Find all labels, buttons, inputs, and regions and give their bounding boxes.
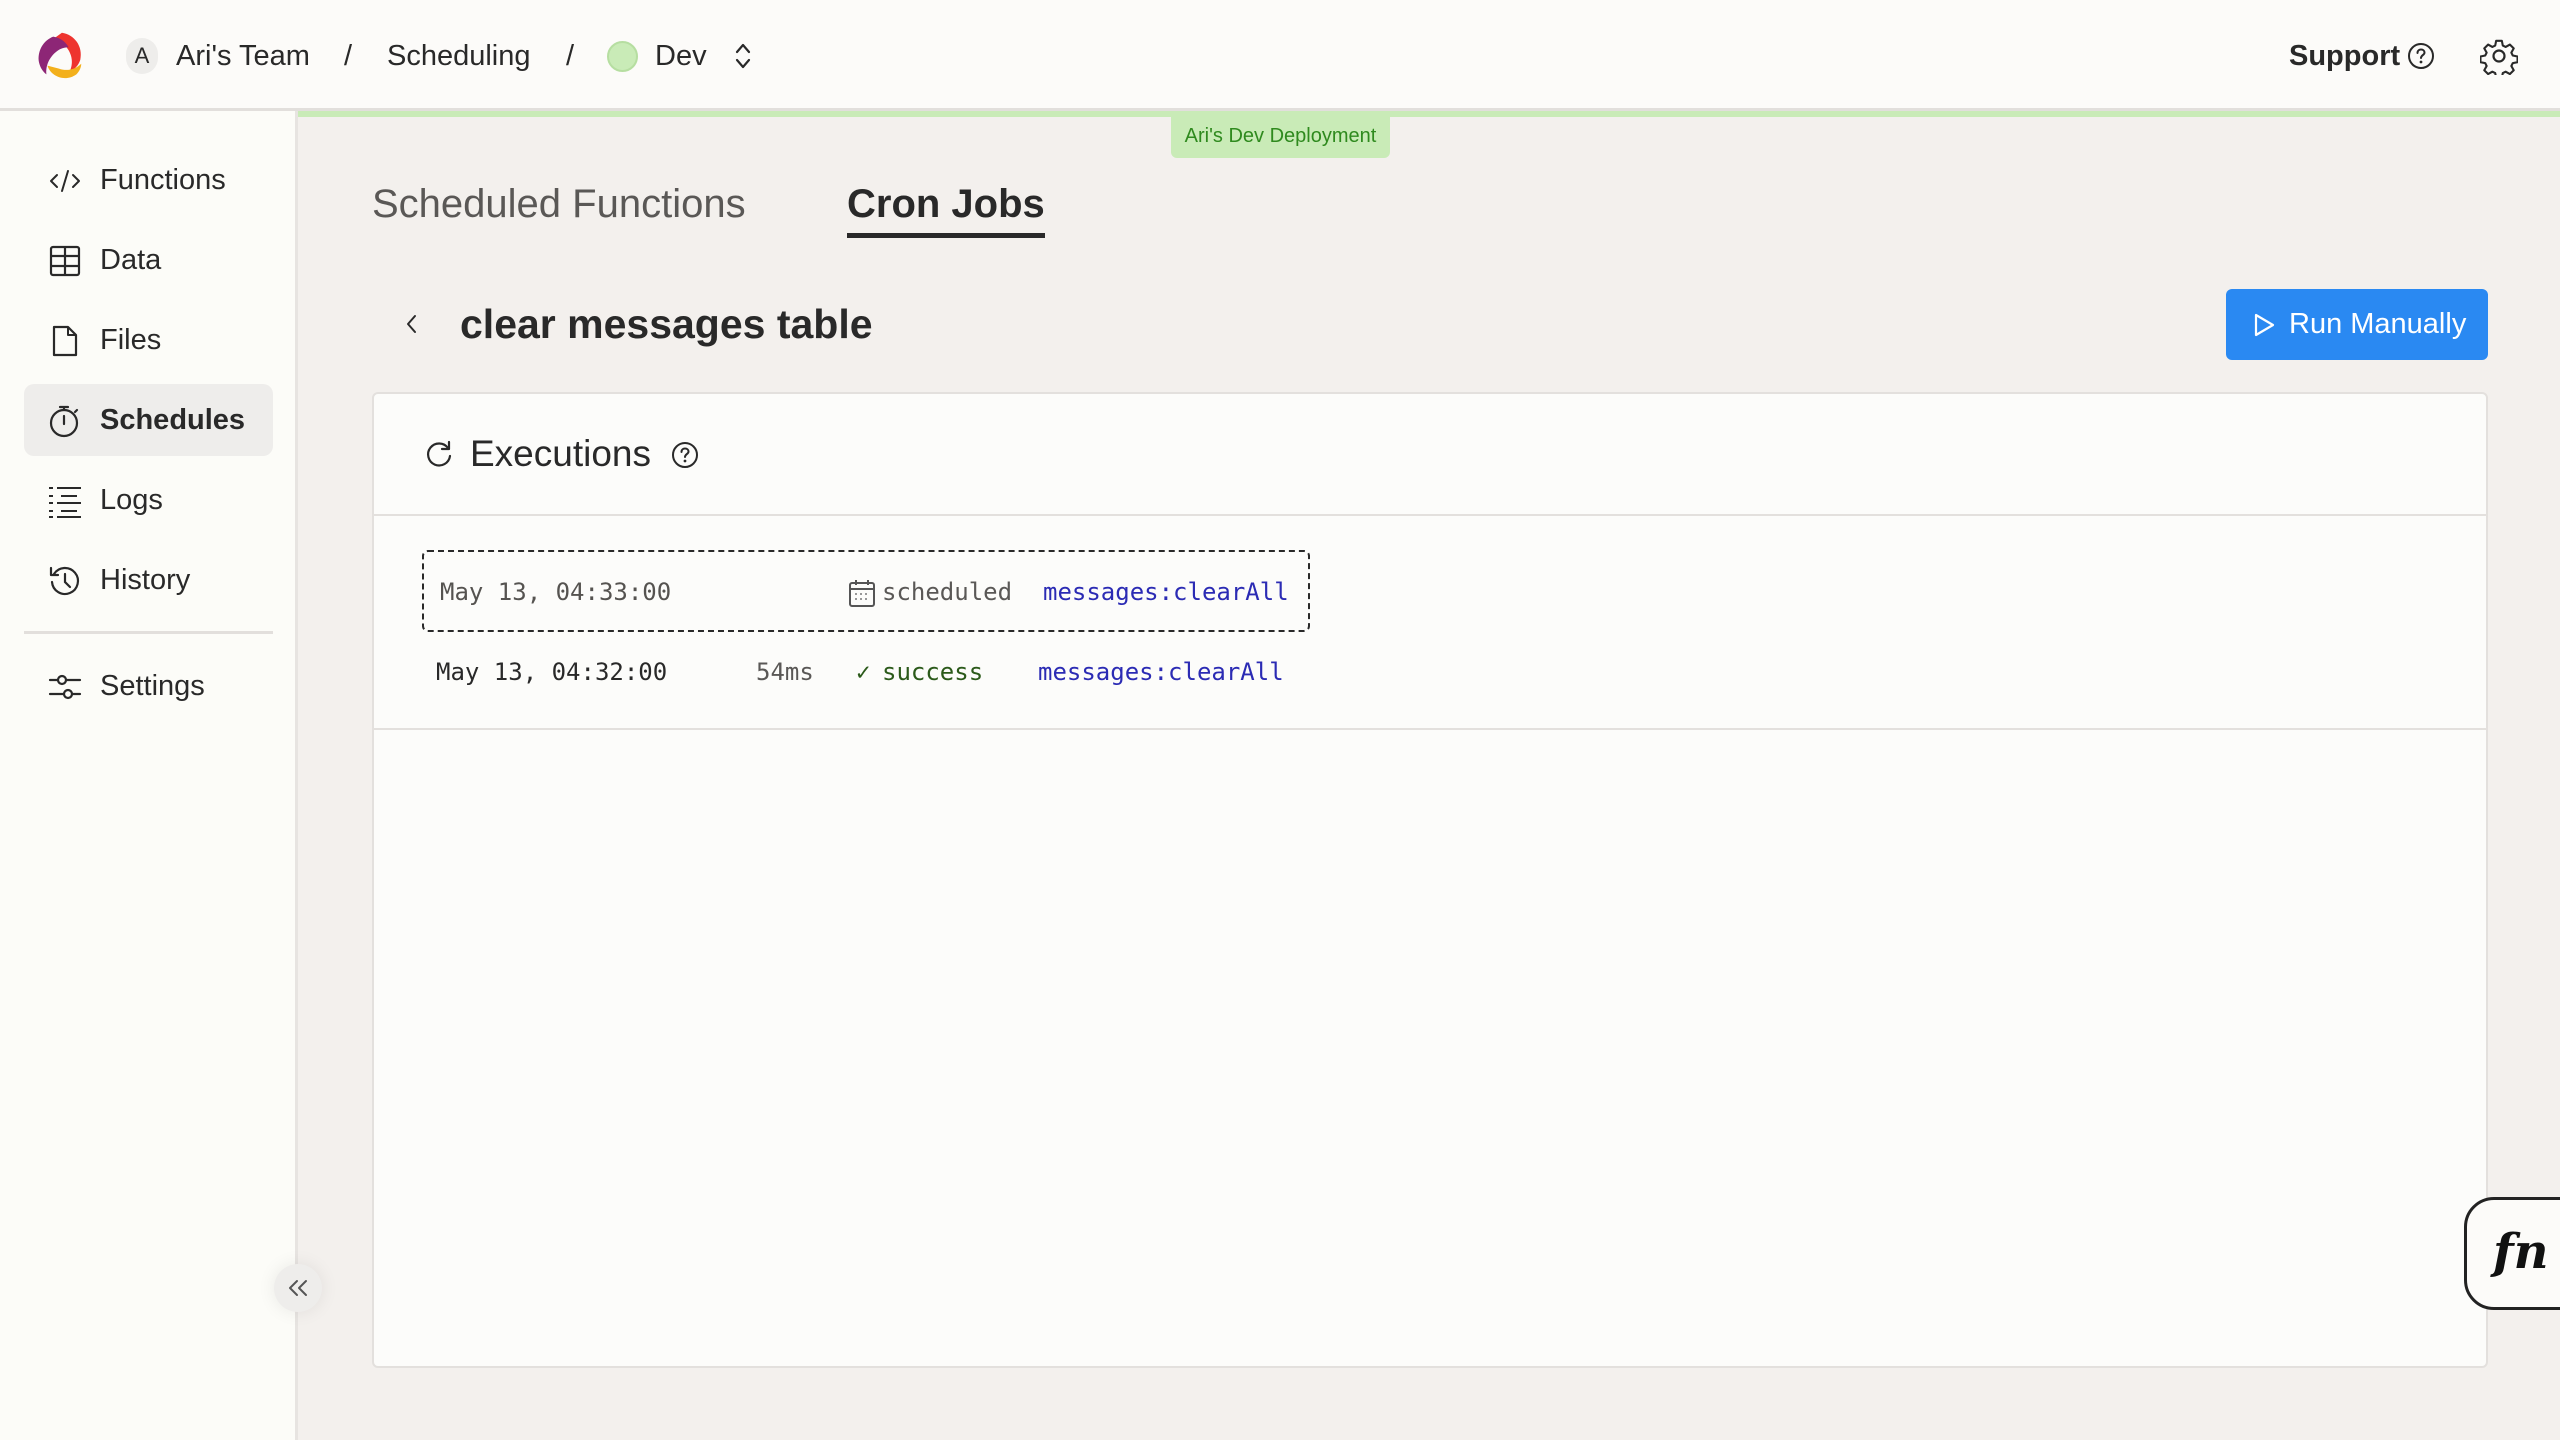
back-chevron-icon[interactable] xyxy=(394,306,430,342)
table-icon xyxy=(49,245,81,277)
sidebar-item-functions[interactable]: Functions xyxy=(24,144,273,216)
play-icon xyxy=(2254,313,2275,337)
history-icon xyxy=(49,566,80,596)
run-manually-label: Run Manually xyxy=(2289,308,2467,340)
fn-label: fn xyxy=(2493,1224,2549,1280)
executions-card: Executions May 13, 04:33:00 scheduled me… xyxy=(372,392,2488,1368)
sidebar-item-label: Files xyxy=(100,324,162,356)
active-tab-indicator xyxy=(847,233,1045,238)
file-icon xyxy=(52,325,78,357)
breadcrumb-separator: / xyxy=(344,40,353,72)
gear-icon[interactable] xyxy=(2480,37,2518,75)
calendar-icon xyxy=(849,580,875,607)
sidebar-item-label: Logs xyxy=(100,484,163,516)
execution-function-link[interactable]: messages:clearAll xyxy=(1043,576,1289,608)
rows-divider xyxy=(374,728,2486,730)
sidebar-item-label: Schedules xyxy=(100,404,246,436)
breadcrumb-deployment[interactable]: Dev xyxy=(655,36,707,76)
sidebar: Functions Data Files Schedules Logs Hist… xyxy=(0,111,298,1440)
breadcrumb-separator: / xyxy=(566,40,575,72)
execution-row-scheduled[interactable]: May 13, 04:33:00 scheduled messages:clea… xyxy=(422,550,1310,632)
double-chevron-left-icon xyxy=(289,1280,307,1296)
deployment-badge: Ari's Dev Deployment xyxy=(1171,114,1390,158)
execution-duration: 54ms xyxy=(756,658,814,686)
run-manually-button[interactable]: Run Manually xyxy=(2226,289,2488,360)
convex-logo-icon[interactable] xyxy=(30,27,88,85)
function-runner-button[interactable]: fn xyxy=(2464,1197,2560,1310)
sidebar-divider xyxy=(24,631,273,634)
tab-cron-jobs[interactable]: Cron Jobs xyxy=(847,180,1045,228)
sidebar-item-label: History xyxy=(100,564,191,596)
breadcrumb-project[interactable]: Scheduling xyxy=(387,36,531,76)
execution-status: success xyxy=(882,658,984,686)
execution-time: May 13, 04:33:00 xyxy=(440,578,672,606)
sidebar-item-files[interactable]: Files xyxy=(24,304,273,376)
refresh-icon[interactable] xyxy=(424,439,454,469)
execution-status: scheduled xyxy=(882,578,1013,606)
deployment-color-dot xyxy=(607,41,638,72)
code-icon xyxy=(50,170,80,192)
top-header: A Ari's Team / Scheduling / Dev Support xyxy=(0,0,2560,111)
sidebar-item-history[interactable]: History xyxy=(24,544,273,616)
sidebar-item-settings[interactable]: Settings xyxy=(24,650,273,722)
support-link[interactable]: Support xyxy=(2289,36,2400,76)
sidebar-item-label: Data xyxy=(100,244,162,276)
team-avatar[interactable]: A xyxy=(126,38,158,74)
page-title: clear messages table xyxy=(460,301,873,347)
execution-row-success[interactable]: May 13, 04:32:00 54ms ✓ success messages… xyxy=(422,652,1310,694)
breadcrumb-team[interactable]: Ari's Team xyxy=(176,36,310,76)
chevron-up-down-icon[interactable] xyxy=(732,40,754,72)
executions-title: Executions xyxy=(470,433,651,474)
sidebar-item-data[interactable]: Data xyxy=(24,224,273,296)
tab-scheduled-functions[interactable]: Scheduled Functions xyxy=(372,180,746,228)
stopwatch-icon xyxy=(49,405,79,438)
execution-function-link[interactable]: messages:clearAll xyxy=(1038,656,1284,688)
success-check-icon: ✓ xyxy=(856,658,871,686)
execution-time: May 13, 04:32:00 xyxy=(436,658,668,686)
sidebar-item-label: Settings xyxy=(100,670,205,702)
collapse-sidebar-button[interactable] xyxy=(274,1264,322,1312)
question-circle-icon[interactable] xyxy=(2407,42,2435,70)
sidebar-item-schedules[interactable]: Schedules xyxy=(24,384,273,456)
deployment-color-bar xyxy=(298,111,2560,117)
sidebar-item-logs[interactable]: Logs xyxy=(24,464,273,536)
sidebar-item-label: Functions xyxy=(100,164,226,196)
question-circle-icon[interactable] xyxy=(671,441,699,469)
executions-header: Executions xyxy=(374,394,2486,516)
logs-icon xyxy=(49,487,81,518)
sliders-icon xyxy=(48,674,82,700)
